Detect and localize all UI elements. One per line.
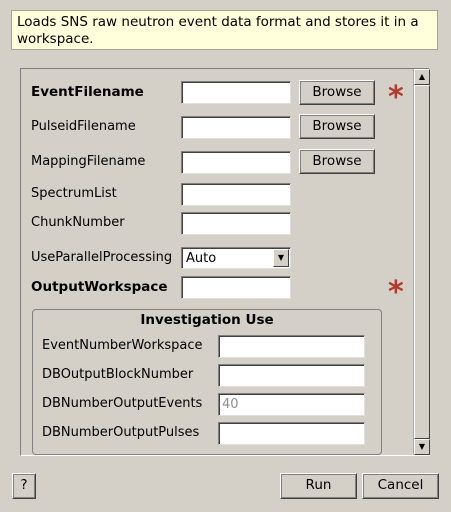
chevron-down-icon[interactable]: ▼ (273, 249, 289, 267)
db-number-output-events-input[interactable]: 40 (218, 393, 365, 416)
event-number-workspace-input[interactable] (218, 335, 365, 358)
mapping-filename-label: MappingFilename (31, 154, 146, 169)
chunk-number-input[interactable] (181, 212, 291, 235)
investigation-use-title: Investigation Use (140, 312, 274, 328)
mapping-filename-input[interactable] (181, 151, 291, 174)
scroll-up-icon[interactable]: ▲ (414, 69, 430, 85)
db-number-output-pulses-input[interactable] (218, 422, 365, 445)
scrollbar-thumb[interactable] (414, 85, 430, 439)
db-output-block-number-label: DBOutputBlockNumber (42, 367, 194, 382)
event-filename-label: EventFilename (31, 84, 144, 100)
algorithm-description: Loads SNS raw neutron event data format … (11, 10, 438, 50)
output-workspace-label: OutputWorkspace (31, 279, 168, 295)
event-filename-required-marker: * (388, 80, 404, 115)
db-number-output-pulses-label: DBNumberOutputPulses (42, 425, 200, 440)
db-output-block-number-input[interactable] (218, 364, 365, 387)
run-button[interactable]: Run (280, 473, 357, 499)
pulseid-filename-label: PulseidFilename (31, 119, 136, 134)
pulseid-filename-input[interactable] (181, 116, 291, 139)
scroll-down-icon[interactable]: ▼ (414, 439, 430, 455)
spectrum-list-input[interactable] (181, 183, 291, 206)
event-filename-browse-button[interactable]: Browse (299, 80, 375, 105)
chunk-number-label: ChunkNumber (31, 215, 125, 230)
db-number-output-events-label: DBNumberOutputEvents (42, 396, 203, 411)
output-workspace-required-marker: * (388, 275, 404, 310)
help-button[interactable]: ? (12, 473, 36, 499)
mapping-filename-browse-button[interactable]: Browse (299, 149, 375, 174)
use-parallel-processing-label: UseParallelProcessing (31, 250, 173, 265)
event-number-workspace-label: EventNumberWorkspace (42, 338, 203, 353)
use-parallel-processing-select[interactable]: Auto ▼ (181, 247, 291, 269)
cancel-button[interactable]: Cancel (362, 473, 439, 499)
pulseid-filename-browse-button[interactable]: Browse (299, 114, 375, 139)
use-parallel-processing-value: Auto (186, 251, 217, 266)
vertical-scrollbar[interactable]: ▲ ▼ (413, 69, 430, 455)
event-filename-input[interactable] (181, 81, 291, 104)
spectrum-list-label: SpectrumList (31, 186, 117, 201)
output-workspace-input[interactable] (181, 276, 291, 299)
